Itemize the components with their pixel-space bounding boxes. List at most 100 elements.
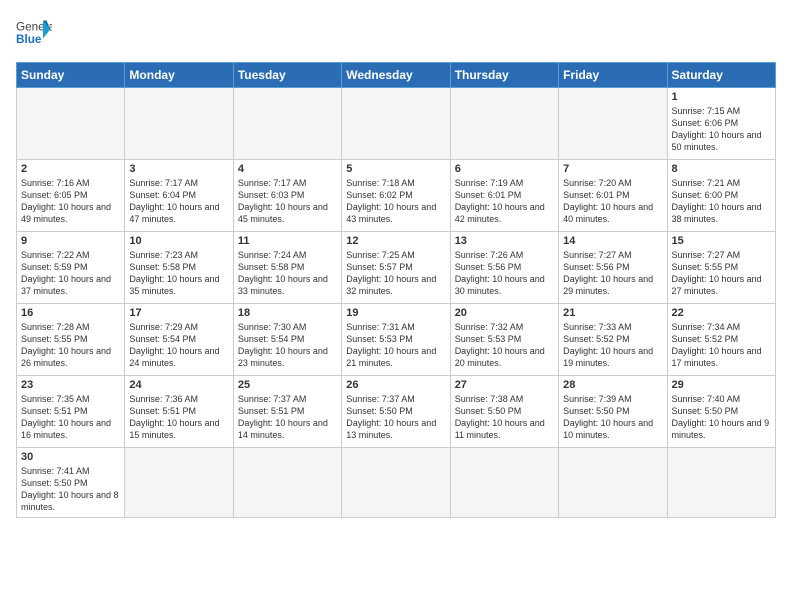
day-number: 28 xyxy=(563,379,662,391)
calendar-cell: 28 Sunrise: 7:39 AM Sunset: 5:50 PM Dayli… xyxy=(559,376,667,448)
calendar-week-row: 16Sunrise: 7:28 AM Sunset: 5:55 PM Dayli… xyxy=(17,304,776,376)
day-info: Sunrise: 7:29 AM Sunset: 5:54 PM Dayligh… xyxy=(129,321,228,370)
calendar-cell xyxy=(450,448,558,518)
calendar-cell xyxy=(450,88,558,160)
calendar-cell: 8Sunrise: 7:21 AM Sunset: 6:00 PM Daylig… xyxy=(667,160,775,232)
calendar-cell xyxy=(342,88,450,160)
calendar-cell: 9 Sunrise: 7:22 AM Sunset: 5:59 PM Daylig… xyxy=(17,232,125,304)
calendar-cell: 15Sunrise: 7:27 AM Sunset: 5:55 PM Dayli… xyxy=(667,232,775,304)
day-number: 6 xyxy=(455,163,554,175)
day-number: 5 xyxy=(346,163,445,175)
calendar-cell: 3Sunrise: 7:17 AM Sunset: 6:04 PM Daylig… xyxy=(125,160,233,232)
calendar-cell xyxy=(667,448,775,518)
calendar-cell: 24 Sunrise: 7:36 AM Sunset: 5:51 PM Dayli… xyxy=(125,376,233,448)
day-number: 25 xyxy=(238,379,337,391)
day-number: 30 xyxy=(21,451,120,463)
day-info: Sunrise: 7:35 AM Sunset: 5:51 PM Dayligh… xyxy=(21,393,120,442)
weekday-header-monday: Monday xyxy=(125,63,233,88)
day-number: 12 xyxy=(346,235,445,247)
calendar-table: SundayMondayTuesdayWednesdayThursdayFrid… xyxy=(16,62,776,518)
day-number: 18 xyxy=(238,307,337,319)
weekday-header-wednesday: Wednesday xyxy=(342,63,450,88)
weekday-header-saturday: Saturday xyxy=(667,63,775,88)
calendar-cell: 12 Sunrise: 7:25 AM Sunset: 5:57 PM Dayli… xyxy=(342,232,450,304)
day-info: Sunrise: 7:38 AM Sunset: 5:50 PM Dayligh… xyxy=(455,393,554,442)
day-number: 27 xyxy=(455,379,554,391)
day-number: 23 xyxy=(21,379,120,391)
weekday-header-row: SundayMondayTuesdayWednesdayThursdayFrid… xyxy=(17,63,776,88)
calendar-cell: 7 Sunrise: 7:20 AM Sunset: 6:01 PM Daylig… xyxy=(559,160,667,232)
day-info: Sunrise: 7:26 AM Sunset: 5:56 PM Dayligh… xyxy=(455,249,554,298)
calendar-cell: 30Sunrise: 7:41 AM Sunset: 5:50 PM Dayli… xyxy=(17,448,125,518)
calendar-cell xyxy=(342,448,450,518)
day-info: Sunrise: 7:40 AM Sunset: 5:50 PM Dayligh… xyxy=(672,393,771,442)
calendar-cell xyxy=(559,448,667,518)
day-info: Sunrise: 7:31 AM Sunset: 5:53 PM Dayligh… xyxy=(346,321,445,370)
day-number: 14 xyxy=(563,235,662,247)
calendar-cell xyxy=(125,88,233,160)
day-info: Sunrise: 7:20 AM Sunset: 6:01 PM Dayligh… xyxy=(563,177,662,226)
calendar-week-row: 23 Sunrise: 7:35 AM Sunset: 5:51 PM Dayli… xyxy=(17,376,776,448)
day-number: 10 xyxy=(129,235,228,247)
calendar-cell: 11Sunrise: 7:24 AM Sunset: 5:58 PM Dayli… xyxy=(233,232,341,304)
day-number: 26 xyxy=(346,379,445,391)
day-info: Sunrise: 7:30 AM Sunset: 5:54 PM Dayligh… xyxy=(238,321,337,370)
day-info: Sunrise: 7:15 AM Sunset: 6:06 PM Dayligh… xyxy=(672,105,771,154)
day-info: Sunrise: 7:24 AM Sunset: 5:58 PM Dayligh… xyxy=(238,249,337,298)
generalblue-logo-icon: General Blue xyxy=(16,16,52,52)
day-number: 24 xyxy=(129,379,228,391)
calendar-cell: 19Sunrise: 7:31 AM Sunset: 5:53 PM Dayli… xyxy=(342,304,450,376)
day-number: 8 xyxy=(672,163,771,175)
calendar-week-row: 30Sunrise: 7:41 AM Sunset: 5:50 PM Dayli… xyxy=(17,448,776,518)
day-info: Sunrise: 7:17 AM Sunset: 6:04 PM Dayligh… xyxy=(129,177,228,226)
page: General Blue SundayMondayTuesdayWednesda… xyxy=(0,0,792,526)
calendar-cell: 10Sunrise: 7:23 AM Sunset: 5:58 PM Dayli… xyxy=(125,232,233,304)
day-info: Sunrise: 7:18 AM Sunset: 6:02 PM Dayligh… xyxy=(346,177,445,226)
calendar-cell xyxy=(17,88,125,160)
day-number: 9 xyxy=(21,235,120,247)
calendar-cell: 1 Sunrise: 7:15 AM Sunset: 6:06 PM Daylig… xyxy=(667,88,775,160)
calendar-cell: 2 Sunrise: 7:16 AM Sunset: 6:05 PM Daylig… xyxy=(17,160,125,232)
day-info: Sunrise: 7:16 AM Sunset: 6:05 PM Dayligh… xyxy=(21,177,120,226)
calendar-cell: 13Sunrise: 7:26 AM Sunset: 5:56 PM Dayli… xyxy=(450,232,558,304)
calendar-cell xyxy=(559,88,667,160)
calendar-cell: 17 Sunrise: 7:29 AM Sunset: 5:54 PM Dayli… xyxy=(125,304,233,376)
day-number: 7 xyxy=(563,163,662,175)
calendar-cell: 14Sunrise: 7:27 AM Sunset: 5:56 PM Dayli… xyxy=(559,232,667,304)
day-number: 20 xyxy=(455,307,554,319)
weekday-header-thursday: Thursday xyxy=(450,63,558,88)
header: General Blue xyxy=(16,16,776,52)
calendar-cell xyxy=(233,448,341,518)
day-info: Sunrise: 7:39 AM Sunset: 5:50 PM Dayligh… xyxy=(563,393,662,442)
day-number: 4 xyxy=(238,163,337,175)
day-info: Sunrise: 7:33 AM Sunset: 5:52 PM Dayligh… xyxy=(563,321,662,370)
day-number: 16 xyxy=(21,307,120,319)
calendar-cell: 27 Sunrise: 7:38 AM Sunset: 5:50 PM Dayli… xyxy=(450,376,558,448)
weekday-header-sunday: Sunday xyxy=(17,63,125,88)
calendar-cell: 25Sunrise: 7:37 AM Sunset: 5:51 PM Dayli… xyxy=(233,376,341,448)
day-number: 2 xyxy=(21,163,120,175)
calendar-week-row: 1 Sunrise: 7:15 AM Sunset: 6:06 PM Daylig… xyxy=(17,88,776,160)
day-info: Sunrise: 7:25 AM Sunset: 5:57 PM Dayligh… xyxy=(346,249,445,298)
day-number: 22 xyxy=(672,307,771,319)
day-number: 1 xyxy=(672,91,771,103)
day-info: Sunrise: 7:36 AM Sunset: 5:51 PM Dayligh… xyxy=(129,393,228,442)
day-info: Sunrise: 7:19 AM Sunset: 6:01 PM Dayligh… xyxy=(455,177,554,226)
day-info: Sunrise: 7:17 AM Sunset: 6:03 PM Dayligh… xyxy=(238,177,337,226)
calendar-cell: 6 Sunrise: 7:19 AM Sunset: 6:01 PM Daylig… xyxy=(450,160,558,232)
day-info: Sunrise: 7:22 AM Sunset: 5:59 PM Dayligh… xyxy=(21,249,120,298)
day-number: 29 xyxy=(672,379,771,391)
calendar-cell: 18 Sunrise: 7:30 AM Sunset: 5:54 PM Dayli… xyxy=(233,304,341,376)
logo: General Blue xyxy=(16,16,52,52)
calendar-cell: 20Sunrise: 7:32 AM Sunset: 5:53 PM Dayli… xyxy=(450,304,558,376)
day-info: Sunrise: 7:37 AM Sunset: 5:50 PM Dayligh… xyxy=(346,393,445,442)
calendar-cell: 29 Sunrise: 7:40 AM Sunset: 5:50 PM Dayli… xyxy=(667,376,775,448)
weekday-header-friday: Friday xyxy=(559,63,667,88)
day-number: 15 xyxy=(672,235,771,247)
day-number: 17 xyxy=(129,307,228,319)
weekday-header-tuesday: Tuesday xyxy=(233,63,341,88)
calendar-cell: 23 Sunrise: 7:35 AM Sunset: 5:51 PM Dayli… xyxy=(17,376,125,448)
calendar-cell: 22Sunrise: 7:34 AM Sunset: 5:52 PM Dayli… xyxy=(667,304,775,376)
calendar-cell xyxy=(233,88,341,160)
calendar-cell: 4 Sunrise: 7:17 AM Sunset: 6:03 PM Daylig… xyxy=(233,160,341,232)
